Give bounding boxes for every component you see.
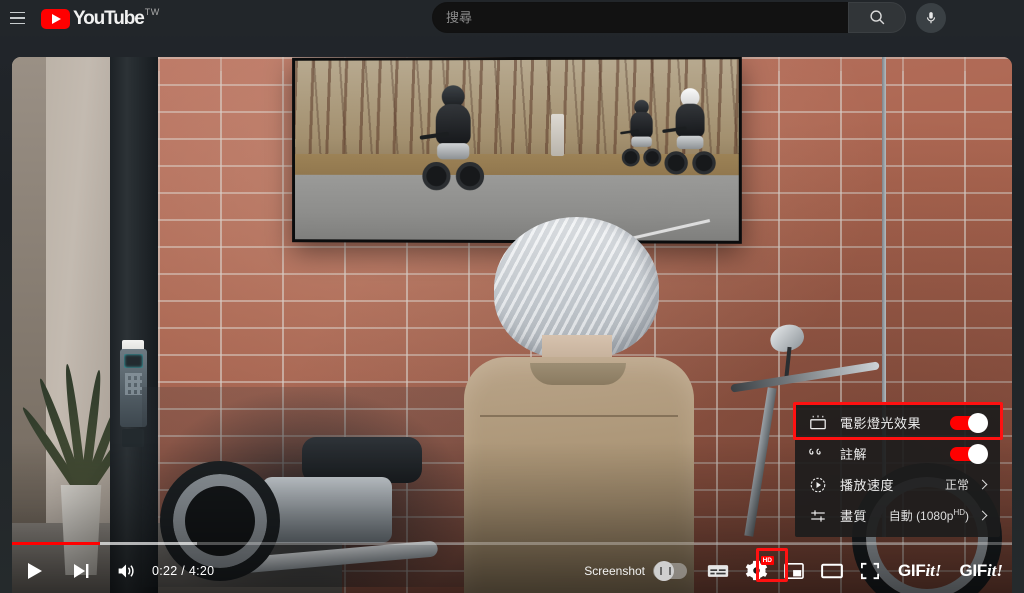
miniplayer-button[interactable] (775, 548, 813, 593)
youtube-watch-page: YouTube TW 搜尋 電影燈光效果 註解 播放速度 正常 畫質 自動 (1… (0, 0, 1024, 593)
quality-icon (807, 507, 829, 525)
annotations-toggle[interactable] (950, 443, 988, 464)
search-input[interactable] (433, 3, 848, 32)
voice-search-button[interactable] (916, 2, 946, 33)
menu-item-quality[interactable]: 畫質 自動 (1080pHD) (795, 500, 1000, 531)
fullscreen-button[interactable] (851, 548, 889, 593)
time-display: 0:22 / 4:20 (152, 563, 215, 578)
gifit-button-2[interactable]: GIFit! (960, 561, 1004, 581)
menu-label: 註解 (840, 447, 868, 462)
fullscreen-icon (861, 562, 879, 579)
menu-item-annotations[interactable]: 註解 (795, 438, 1000, 469)
next-video-button[interactable] (58, 548, 104, 593)
tv-roadside-post (550, 113, 564, 157)
volume-button[interactable] (104, 548, 148, 593)
youtube-logo-text: YouTube (73, 8, 145, 29)
progress-bar[interactable] (12, 542, 1012, 545)
search-button[interactable] (848, 2, 906, 33)
menu-item-playback-speed[interactable]: 播放速度 正常 (795, 469, 1000, 500)
house-plant (19, 357, 141, 500)
volume-icon (118, 563, 134, 578)
chevron-right-icon (977, 479, 988, 490)
subtitles-button[interactable] (699, 548, 737, 593)
search-area (432, 2, 946, 33)
search-box[interactable] (432, 2, 849, 33)
wall-panel (12, 57, 46, 593)
next-video-icon (73, 563, 88, 578)
youtube-play-logo-icon (41, 9, 70, 29)
quality-value: 自動 (1080pHD) (888, 508, 969, 523)
playback-speed-icon (807, 476, 829, 494)
masthead: YouTube TW (0, 0, 1024, 36)
subtitles-icon (707, 564, 729, 577)
play-icon (28, 562, 42, 579)
settings-hd-badge: HD (760, 556, 774, 565)
player-controls: 0:22 / 4:20 Screenshot HD GIFit! GIFit! (12, 548, 1012, 593)
player-controls-right: Screenshot HD GIFit! GIFit! (584, 548, 1012, 593)
screenshot-label: Screenshot (584, 563, 645, 578)
microphone-icon (926, 11, 936, 23)
theater-mode-button[interactable] (813, 548, 851, 593)
menu-label: 電影燈光效果 (840, 416, 922, 431)
person-watching-tv (464, 217, 694, 593)
settings-button[interactable]: HD (737, 548, 775, 593)
chevron-right-icon (977, 510, 988, 521)
wall-mounted-tv (292, 57, 742, 244)
annotations-icon (807, 445, 829, 463)
progress-played (12, 542, 100, 545)
gifit-button-1[interactable]: GIFit! (898, 561, 942, 581)
play-button[interactable] (12, 548, 58, 593)
fingerprint-scanner (122, 429, 144, 447)
playback-speed-value: 正常 (944, 478, 969, 492)
menu-label: 畫質 (840, 509, 868, 524)
miniplayer-icon (784, 562, 804, 579)
tv-screen (295, 59, 739, 241)
screenshot-toggle[interactable] (653, 560, 687, 581)
menu-label: 播放速度 (840, 478, 895, 493)
hamburger-menu-icon[interactable] (0, 0, 34, 36)
ambient-mode-toggle[interactable] (950, 412, 988, 433)
theater-mode-icon (821, 563, 843, 578)
screenshot-control[interactable]: Screenshot (584, 560, 687, 581)
menu-item-ambient-mode[interactable]: 電影燈光效果 (795, 407, 1000, 438)
youtube-logo[interactable]: YouTube TW (41, 6, 160, 30)
settings-menu[interactable]: 電影燈光效果 註解 播放速度 正常 畫質 自動 (1080pHD) (795, 403, 1000, 537)
person-collar (530, 363, 626, 385)
youtube-country-code: TW (144, 7, 160, 17)
ambient-mode-icon (807, 414, 829, 432)
search-icon (869, 10, 884, 25)
